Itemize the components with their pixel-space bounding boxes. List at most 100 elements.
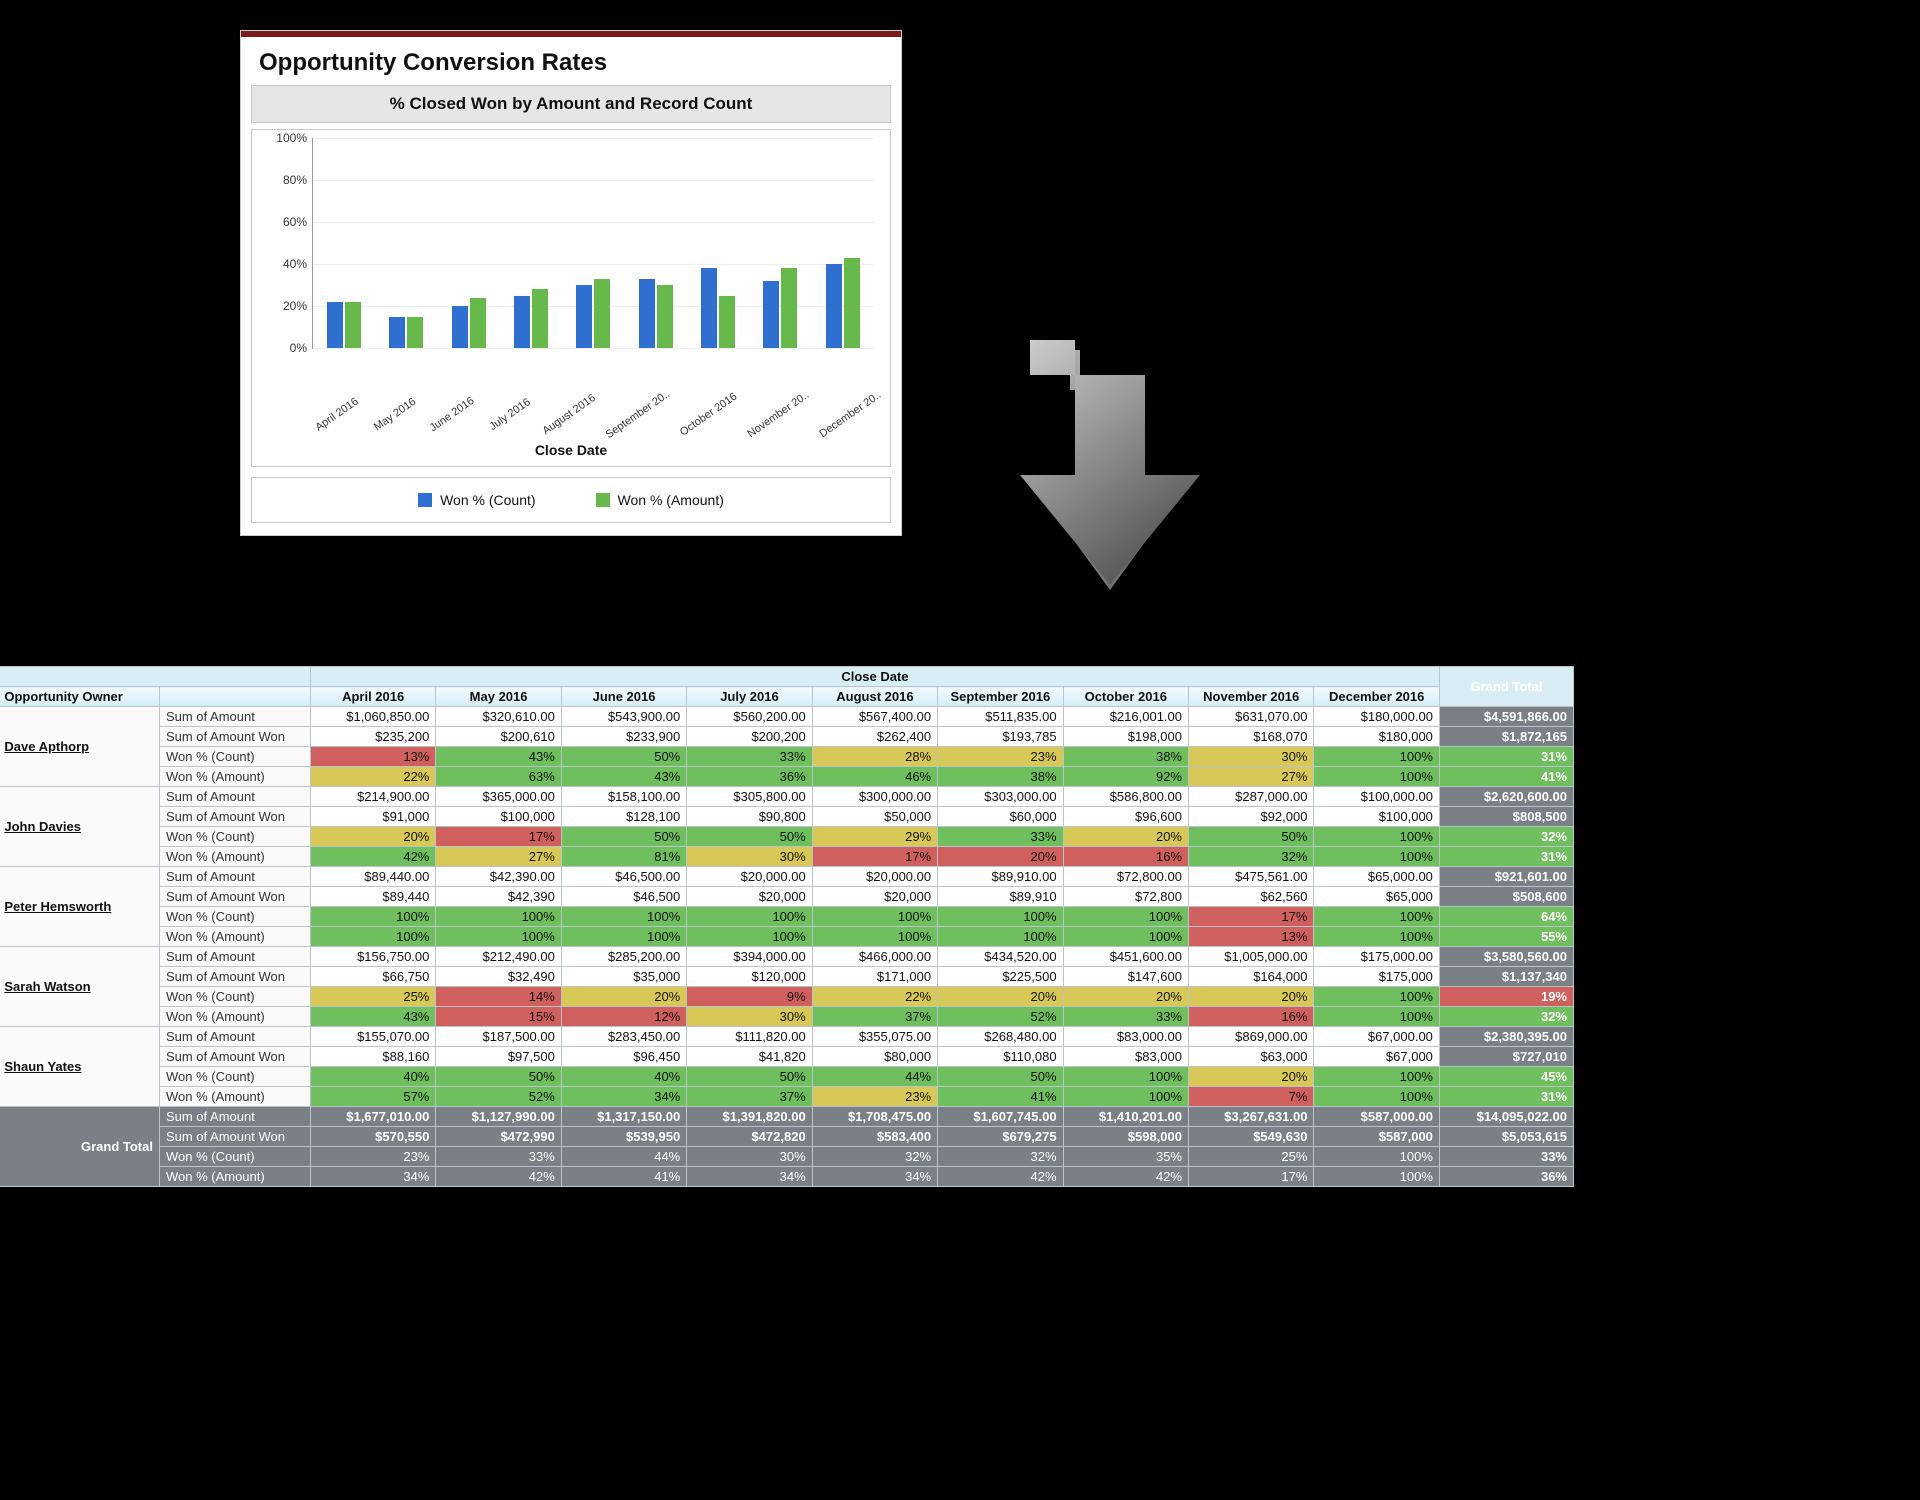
table-row: Peter HemsworthSum of Amount$89,440.00$4… bbox=[0, 867, 1574, 887]
pct-cell: 50% bbox=[687, 1067, 812, 1087]
pct-cell: 100% bbox=[1314, 1087, 1439, 1107]
pct-cell: 100% bbox=[938, 907, 1063, 927]
value-cell: $83,000 bbox=[1063, 1047, 1188, 1067]
value-cell: $100,000 bbox=[436, 807, 561, 827]
metric-label: Sum of Amount bbox=[159, 787, 310, 807]
pct-cell: 100% bbox=[812, 927, 937, 947]
pct-cell: 43% bbox=[436, 747, 561, 767]
pct-cell: 25% bbox=[310, 987, 435, 1007]
table-row: Won % (Amount)57%52%34%37%23%41%100%7%10… bbox=[0, 1087, 1574, 1107]
month-header: September 2016 bbox=[938, 687, 1063, 707]
pct-cell: 34% bbox=[812, 1167, 937, 1187]
value-cell: $187,500.00 bbox=[436, 1027, 561, 1047]
value-cell: $110,080 bbox=[938, 1047, 1063, 1067]
pct-cell: 100% bbox=[1314, 987, 1439, 1007]
value-cell: $268,480.00 bbox=[938, 1027, 1063, 1047]
value-cell: $4,591,866.00 bbox=[1439, 707, 1573, 727]
value-cell: $156,750.00 bbox=[310, 947, 435, 967]
value-cell: $200,200 bbox=[687, 727, 812, 747]
value-cell: $158,100.00 bbox=[561, 787, 686, 807]
month-header: December 2016 bbox=[1314, 687, 1439, 707]
value-cell: $1,410,201.00 bbox=[1063, 1107, 1188, 1127]
pct-cell: 42% bbox=[310, 847, 435, 867]
pct-cell: 100% bbox=[436, 907, 561, 927]
pct-cell: 45% bbox=[1439, 1067, 1573, 1087]
pct-cell: 43% bbox=[561, 767, 686, 787]
bar bbox=[639, 279, 655, 348]
pct-cell: 20% bbox=[938, 847, 1063, 867]
pct-cell: 23% bbox=[310, 1147, 435, 1167]
value-cell: $466,000.00 bbox=[812, 947, 937, 967]
pct-cell: 100% bbox=[1314, 1167, 1439, 1187]
grand-total-row: Grand TotalSum of Amount$1,677,010.00$1,… bbox=[0, 1107, 1574, 1127]
owner-name[interactable]: Shaun Yates bbox=[0, 1027, 159, 1107]
pct-cell: 42% bbox=[436, 1167, 561, 1187]
owner-name[interactable]: Peter Hemsworth bbox=[0, 867, 159, 947]
value-cell: $1,391,820.00 bbox=[687, 1107, 812, 1127]
value-cell: $567,400.00 bbox=[812, 707, 937, 727]
value-cell: $46,500.00 bbox=[561, 867, 686, 887]
pct-cell: 34% bbox=[687, 1167, 812, 1187]
pct-cell: 50% bbox=[1189, 827, 1314, 847]
close-date-header: Close Date bbox=[310, 667, 1439, 687]
pct-cell: 28% bbox=[812, 747, 937, 767]
value-cell: $83,000.00 bbox=[1063, 1027, 1188, 1047]
bar-group bbox=[500, 138, 562, 348]
value-cell: $50,000 bbox=[812, 807, 937, 827]
pct-cell: 40% bbox=[310, 1067, 435, 1087]
value-cell: $549,630 bbox=[1189, 1127, 1314, 1147]
pct-cell: 33% bbox=[436, 1147, 561, 1167]
bar-group bbox=[562, 138, 624, 348]
pct-cell: 64% bbox=[1439, 907, 1573, 927]
value-cell: $511,835.00 bbox=[938, 707, 1063, 727]
metric-label: Won % (Count) bbox=[159, 827, 310, 847]
value-cell: $355,075.00 bbox=[812, 1027, 937, 1047]
metric-label: Won % (Amount) bbox=[159, 1007, 310, 1027]
y-tick-label: 40% bbox=[261, 257, 307, 271]
pct-cell: 16% bbox=[1189, 1007, 1314, 1027]
value-cell: $65,000.00 bbox=[1314, 867, 1439, 887]
owner-name[interactable]: Sarah Watson bbox=[0, 947, 159, 1027]
pct-cell: 43% bbox=[310, 1007, 435, 1027]
pct-cell: 46% bbox=[812, 767, 937, 787]
value-cell: $88,160 bbox=[310, 1047, 435, 1067]
value-cell: $451,600.00 bbox=[1063, 947, 1188, 967]
y-tick-label: 0% bbox=[261, 341, 307, 355]
pct-cell: 34% bbox=[310, 1167, 435, 1187]
table-row: Won % (Amount)42%27%81%30%17%20%16%32%10… bbox=[0, 847, 1574, 867]
legend-item-amount: Won % (Amount) bbox=[596, 492, 724, 508]
pct-cell: 100% bbox=[561, 907, 686, 927]
owner-name[interactable]: Dave Apthorp bbox=[0, 707, 159, 787]
bar-group bbox=[749, 138, 811, 348]
table-row: Won % (Amount)100%100%100%100%100%100%10… bbox=[0, 927, 1574, 947]
chart-card: Opportunity Conversion Rates % Closed Wo… bbox=[240, 30, 902, 536]
value-cell: $5,053,615 bbox=[1439, 1127, 1573, 1147]
pct-cell: 9% bbox=[687, 987, 812, 1007]
metric-label: Won % (Count) bbox=[159, 1067, 310, 1087]
owner-name[interactable]: John Davies bbox=[0, 787, 159, 867]
pct-cell: 22% bbox=[310, 767, 435, 787]
value-cell: $171,000 bbox=[812, 967, 937, 987]
value-cell: $97,500 bbox=[436, 1047, 561, 1067]
value-cell: $1,607,745.00 bbox=[938, 1107, 1063, 1127]
bar bbox=[594, 279, 610, 348]
value-cell: $20,000 bbox=[687, 887, 812, 907]
pct-cell: 32% bbox=[1439, 827, 1573, 847]
value-cell: $20,000.00 bbox=[812, 867, 937, 887]
value-cell: $180,000 bbox=[1314, 727, 1439, 747]
pct-cell: 100% bbox=[1314, 1007, 1439, 1027]
value-cell: $1,127,990.00 bbox=[436, 1107, 561, 1127]
pct-cell: 50% bbox=[687, 827, 812, 847]
pct-cell: 50% bbox=[436, 1067, 561, 1087]
pct-cell: 22% bbox=[812, 987, 937, 1007]
bar bbox=[781, 268, 797, 348]
value-cell: $3,580,560.00 bbox=[1439, 947, 1573, 967]
pct-cell: 63% bbox=[436, 767, 561, 787]
value-cell: $20,000 bbox=[812, 887, 937, 907]
value-cell: $164,000 bbox=[1189, 967, 1314, 987]
chart-title: % Closed Won by Amount and Record Count bbox=[251, 85, 891, 123]
value-cell: $320,610.00 bbox=[436, 707, 561, 727]
value-cell: $631,070.00 bbox=[1189, 707, 1314, 727]
value-cell: $200,610 bbox=[436, 727, 561, 747]
pct-cell: 33% bbox=[1439, 1147, 1573, 1167]
